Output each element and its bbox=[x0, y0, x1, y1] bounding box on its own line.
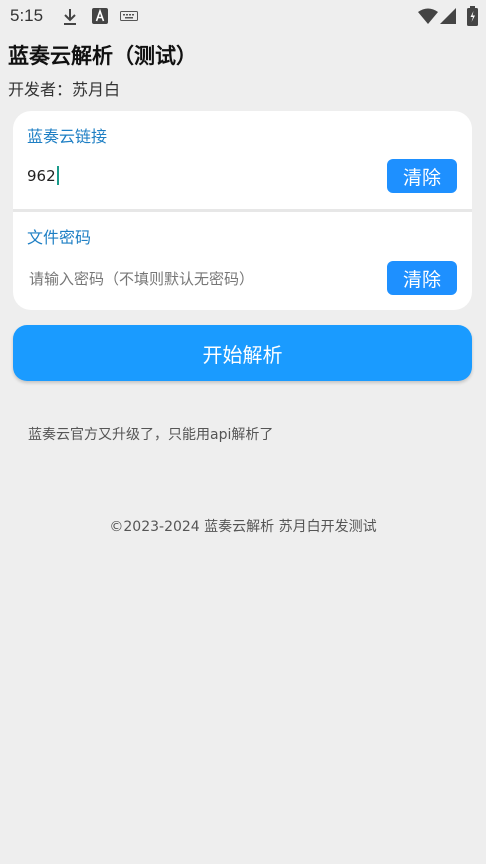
font-a-icon bbox=[92, 8, 108, 28]
form-card: 蓝奏云链接 962 清除 文件密码 请输入密码（不填则默认无密码） 清除 bbox=[13, 111, 472, 310]
keyboard-icon bbox=[120, 8, 138, 27]
signal-icon bbox=[440, 8, 456, 28]
status-bar: 5:15 bbox=[0, 0, 486, 34]
link-section: 蓝奏云链接 962 清除 bbox=[13, 111, 472, 209]
link-input[interactable]: 962 bbox=[27, 166, 59, 185]
link-label: 蓝奏云链接 bbox=[27, 127, 108, 146]
password-section: 文件密码 请输入密码（不填则默认无密码） 清除 bbox=[13, 212, 472, 310]
password-label: 文件密码 bbox=[27, 228, 92, 247]
clear-link-button[interactable]: 清除 bbox=[387, 159, 457, 193]
link-input-value: 962 bbox=[27, 167, 56, 185]
status-time: 5:15 bbox=[10, 6, 44, 25]
wifi-icon bbox=[418, 8, 438, 28]
start-parse-button[interactable]: 开始解析 bbox=[13, 325, 472, 381]
text-caret bbox=[56, 166, 59, 185]
notice-text: 蓝奏云官方又升级了，只能用api解析了 bbox=[28, 427, 274, 443]
download-icon bbox=[62, 8, 78, 30]
page-title: 蓝奏云解析（测试） bbox=[8, 44, 197, 68]
password-input[interactable]: 请输入密码（不填则默认无密码） bbox=[29, 268, 254, 289]
clear-password-button[interactable]: 清除 bbox=[387, 261, 457, 295]
battery-icon bbox=[467, 6, 478, 30]
footer-copyright: ©2023-2024 蓝奏云解析 苏月白开发测试 bbox=[109, 519, 377, 535]
developer-credit: 开发者：苏月白 bbox=[8, 80, 121, 99]
